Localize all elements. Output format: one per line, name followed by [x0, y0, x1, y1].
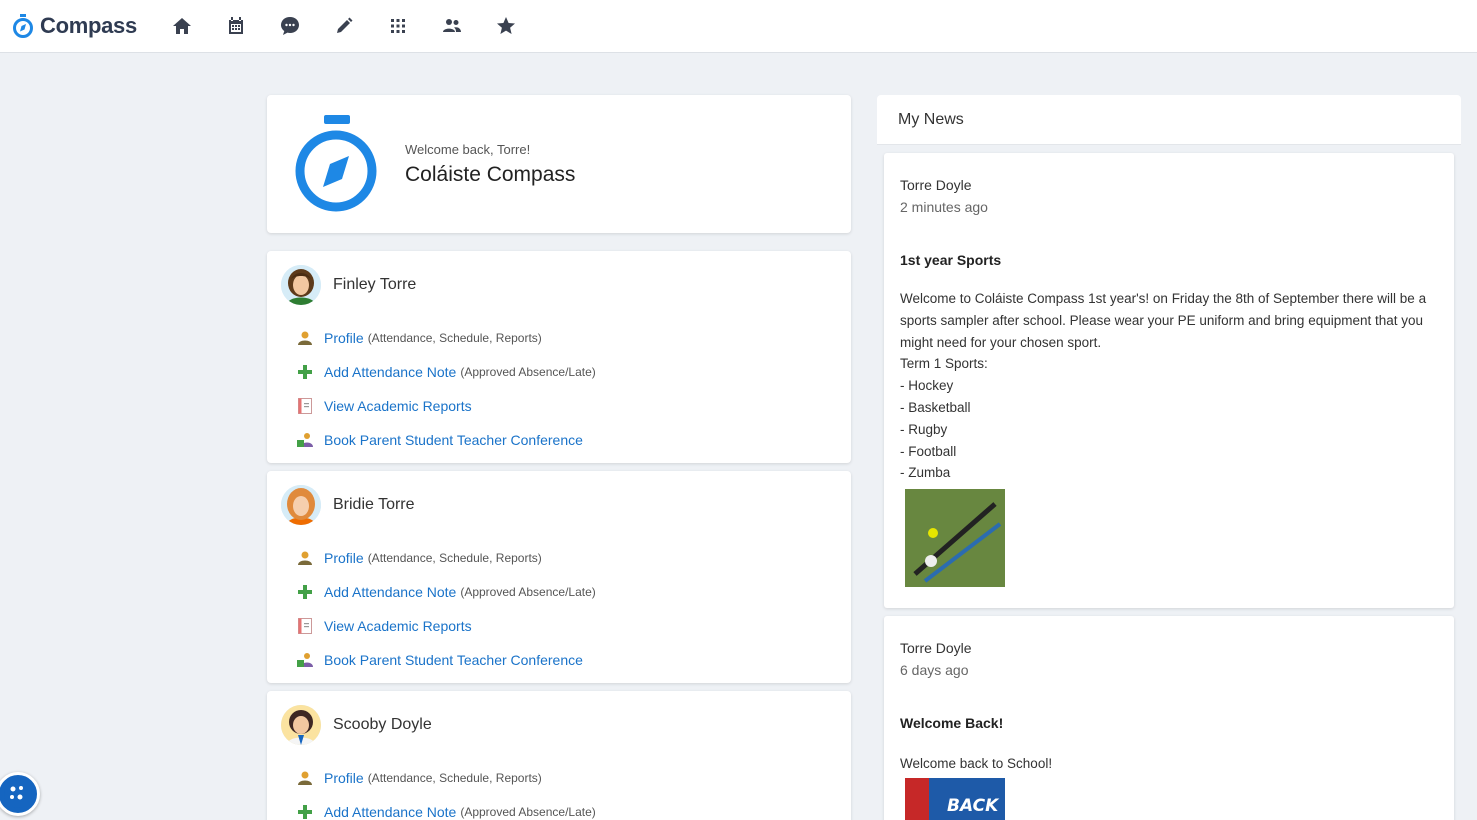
brand-logo[interactable]: Compass — [12, 13, 137, 39]
add-attendance-note-note: (Approved Absence/Late) — [460, 365, 596, 379]
student-name: Finley Torre — [333, 276, 417, 293]
conference-icon — [297, 653, 313, 667]
home-icon — [172, 18, 191, 34]
calendar-icon — [228, 17, 243, 34]
view-academic-reports-link[interactable]: View Academic Reports — [295, 609, 596, 643]
view-academic-reports-label[interactable]: View Academic Reports — [324, 618, 472, 634]
back-image-text: BACK — [947, 796, 999, 816]
student-card: Scooby Doyle Profile (Attendance, Schedu… — [267, 691, 851, 820]
avatar — [281, 705, 321, 745]
student-name: Scooby Doyle — [333, 716, 432, 733]
news-title: Welcome Back! — [900, 715, 1004, 731]
people-icon — [442, 19, 461, 32]
news-body-line: - Hockey — [900, 378, 954, 394]
news-time: 6 days ago — [900, 662, 969, 678]
news-body-line: might need for your chosen sport. — [900, 334, 1102, 350]
my-news-panel: My News Torre Doyle 2 minutes ago 1st ye… — [877, 95, 1461, 820]
profile-link[interactable]: Profile (Attendance, Schedule, Reports) — [295, 541, 596, 575]
cookie-icon — [4, 780, 32, 808]
my-news-title: My News — [898, 111, 964, 128]
star-icon — [496, 17, 515, 34]
hockey-sticks-image[interactable] — [905, 489, 1005, 587]
news-body-line: sports sampler after school. Please wear… — [900, 312, 1424, 328]
news-item: Torre Doyle 2 minutes ago 1st year Sport… — [884, 153, 1454, 608]
student-avatar-icon — [281, 705, 321, 745]
chat-icon — [280, 17, 299, 35]
add-attendance-note-note: (Approved Absence/Late) — [460, 585, 596, 599]
student-card: Bridie Torre Profile (Attendance, Schedu… — [267, 471, 851, 683]
student-avatar-icon — [281, 485, 321, 525]
news-author: Torre Doyle — [900, 640, 972, 656]
news-body-line: - Football — [900, 443, 957, 459]
school-name: Coláiste Compass — [405, 163, 576, 186]
profile-link-label[interactable]: Profile — [324, 770, 364, 786]
book-conference-link[interactable]: Book Parent Student Teacher Conference — [295, 643, 596, 677]
news-time: 2 minutes ago — [900, 199, 988, 215]
nav-people-button[interactable] — [425, 6, 479, 46]
news-body: Welcome back to School! — [900, 753, 1440, 775]
view-academic-reports-link[interactable]: View Academic Reports — [295, 389, 596, 423]
nav-messages-button[interactable] — [263, 6, 317, 46]
report-icon — [298, 398, 312, 414]
news-item: Torre Doyle 6 days ago Welcome Back! Wel… — [884, 616, 1454, 820]
nav-edit-button[interactable] — [317, 6, 371, 46]
add-attendance-note-link[interactable]: Add Attendance Note (Approved Absence/La… — [295, 355, 596, 389]
student-avatar-icon — [281, 265, 321, 305]
plus-icon — [298, 585, 312, 599]
profile-icon — [298, 331, 312, 345]
profile-link[interactable]: Profile (Attendance, Schedule, Reports) — [295, 761, 596, 795]
compass-logo-icon — [13, 14, 33, 38]
back-to-school-image[interactable]: BACK — [905, 778, 1005, 820]
add-attendance-note-note: (Approved Absence/Late) — [460, 805, 596, 819]
news-author: Torre Doyle — [900, 177, 972, 193]
add-attendance-note-label[interactable]: Add Attendance Note — [324, 584, 456, 600]
profile-icon — [298, 551, 312, 565]
nav-favorites-button[interactable] — [479, 6, 533, 46]
profile-link-note: (Attendance, Schedule, Reports) — [367, 331, 542, 345]
news-body-line: - Rugby — [900, 421, 948, 437]
news-title: 1st year Sports — [900, 252, 1002, 268]
pencil-icon — [336, 17, 353, 33]
add-attendance-note-link[interactable]: Add Attendance Note (Approved Absence/La… — [295, 575, 596, 609]
nav-calendar-button[interactable] — [209, 6, 263, 46]
top-navbar: Compass — [0, 0, 1477, 53]
brand-name: Compass — [40, 13, 137, 38]
news-body: Welcome to Coláiste Compass 1st year's! … — [900, 288, 1440, 484]
profile-link-label[interactable]: Profile — [324, 330, 364, 346]
conference-icon — [297, 433, 313, 447]
add-attendance-note-link[interactable]: Add Attendance Note (Approved Absence/La… — [295, 795, 596, 820]
add-attendance-note-label[interactable]: Add Attendance Note — [324, 804, 456, 820]
profile-icon — [298, 771, 312, 785]
apps-grid-icon — [390, 19, 405, 33]
welcome-card: Welcome back, Torre! Coláiste Compass — [267, 95, 851, 233]
welcome-greeting: Welcome back, Torre! — [405, 142, 531, 157]
book-conference-label[interactable]: Book Parent Student Teacher Conference — [324, 432, 583, 448]
cookie-settings-button[interactable] — [0, 772, 40, 816]
avatar — [281, 485, 321, 525]
profile-link[interactable]: Profile (Attendance, Schedule, Reports) — [295, 321, 596, 355]
news-body-line: Welcome back to School! — [900, 756, 1053, 771]
news-body-line: - Zumba — [900, 465, 951, 481]
profile-link-note: (Attendance, Schedule, Reports) — [367, 771, 542, 785]
plus-icon — [298, 365, 312, 379]
add-attendance-note-label[interactable]: Add Attendance Note — [324, 364, 456, 380]
news-body-line: - Basketball — [900, 399, 971, 415]
profile-link-label[interactable]: Profile — [324, 550, 364, 566]
report-icon — [298, 618, 312, 634]
view-academic-reports-label[interactable]: View Academic Reports — [324, 398, 472, 414]
my-news-header: My News — [877, 95, 1461, 145]
student-name: Bridie Torre — [333, 496, 415, 513]
news-body-line: Term 1 Sports: — [900, 356, 988, 372]
news-body-line: Welcome to Coláiste Compass 1st year's! … — [900, 291, 1427, 306]
compass-logo-icon — [295, 115, 377, 212]
nav-home-button[interactable] — [155, 6, 209, 46]
profile-link-note: (Attendance, Schedule, Reports) — [367, 551, 542, 565]
nav-apps-button[interactable] — [371, 6, 425, 46]
book-conference-label[interactable]: Book Parent Student Teacher Conference — [324, 652, 583, 668]
book-conference-link[interactable]: Book Parent Student Teacher Conference — [295, 423, 596, 457]
plus-icon — [298, 805, 312, 819]
student-card: Finley Torre Profile (Attendance, Schedu… — [267, 251, 851, 463]
avatar — [281, 265, 321, 305]
